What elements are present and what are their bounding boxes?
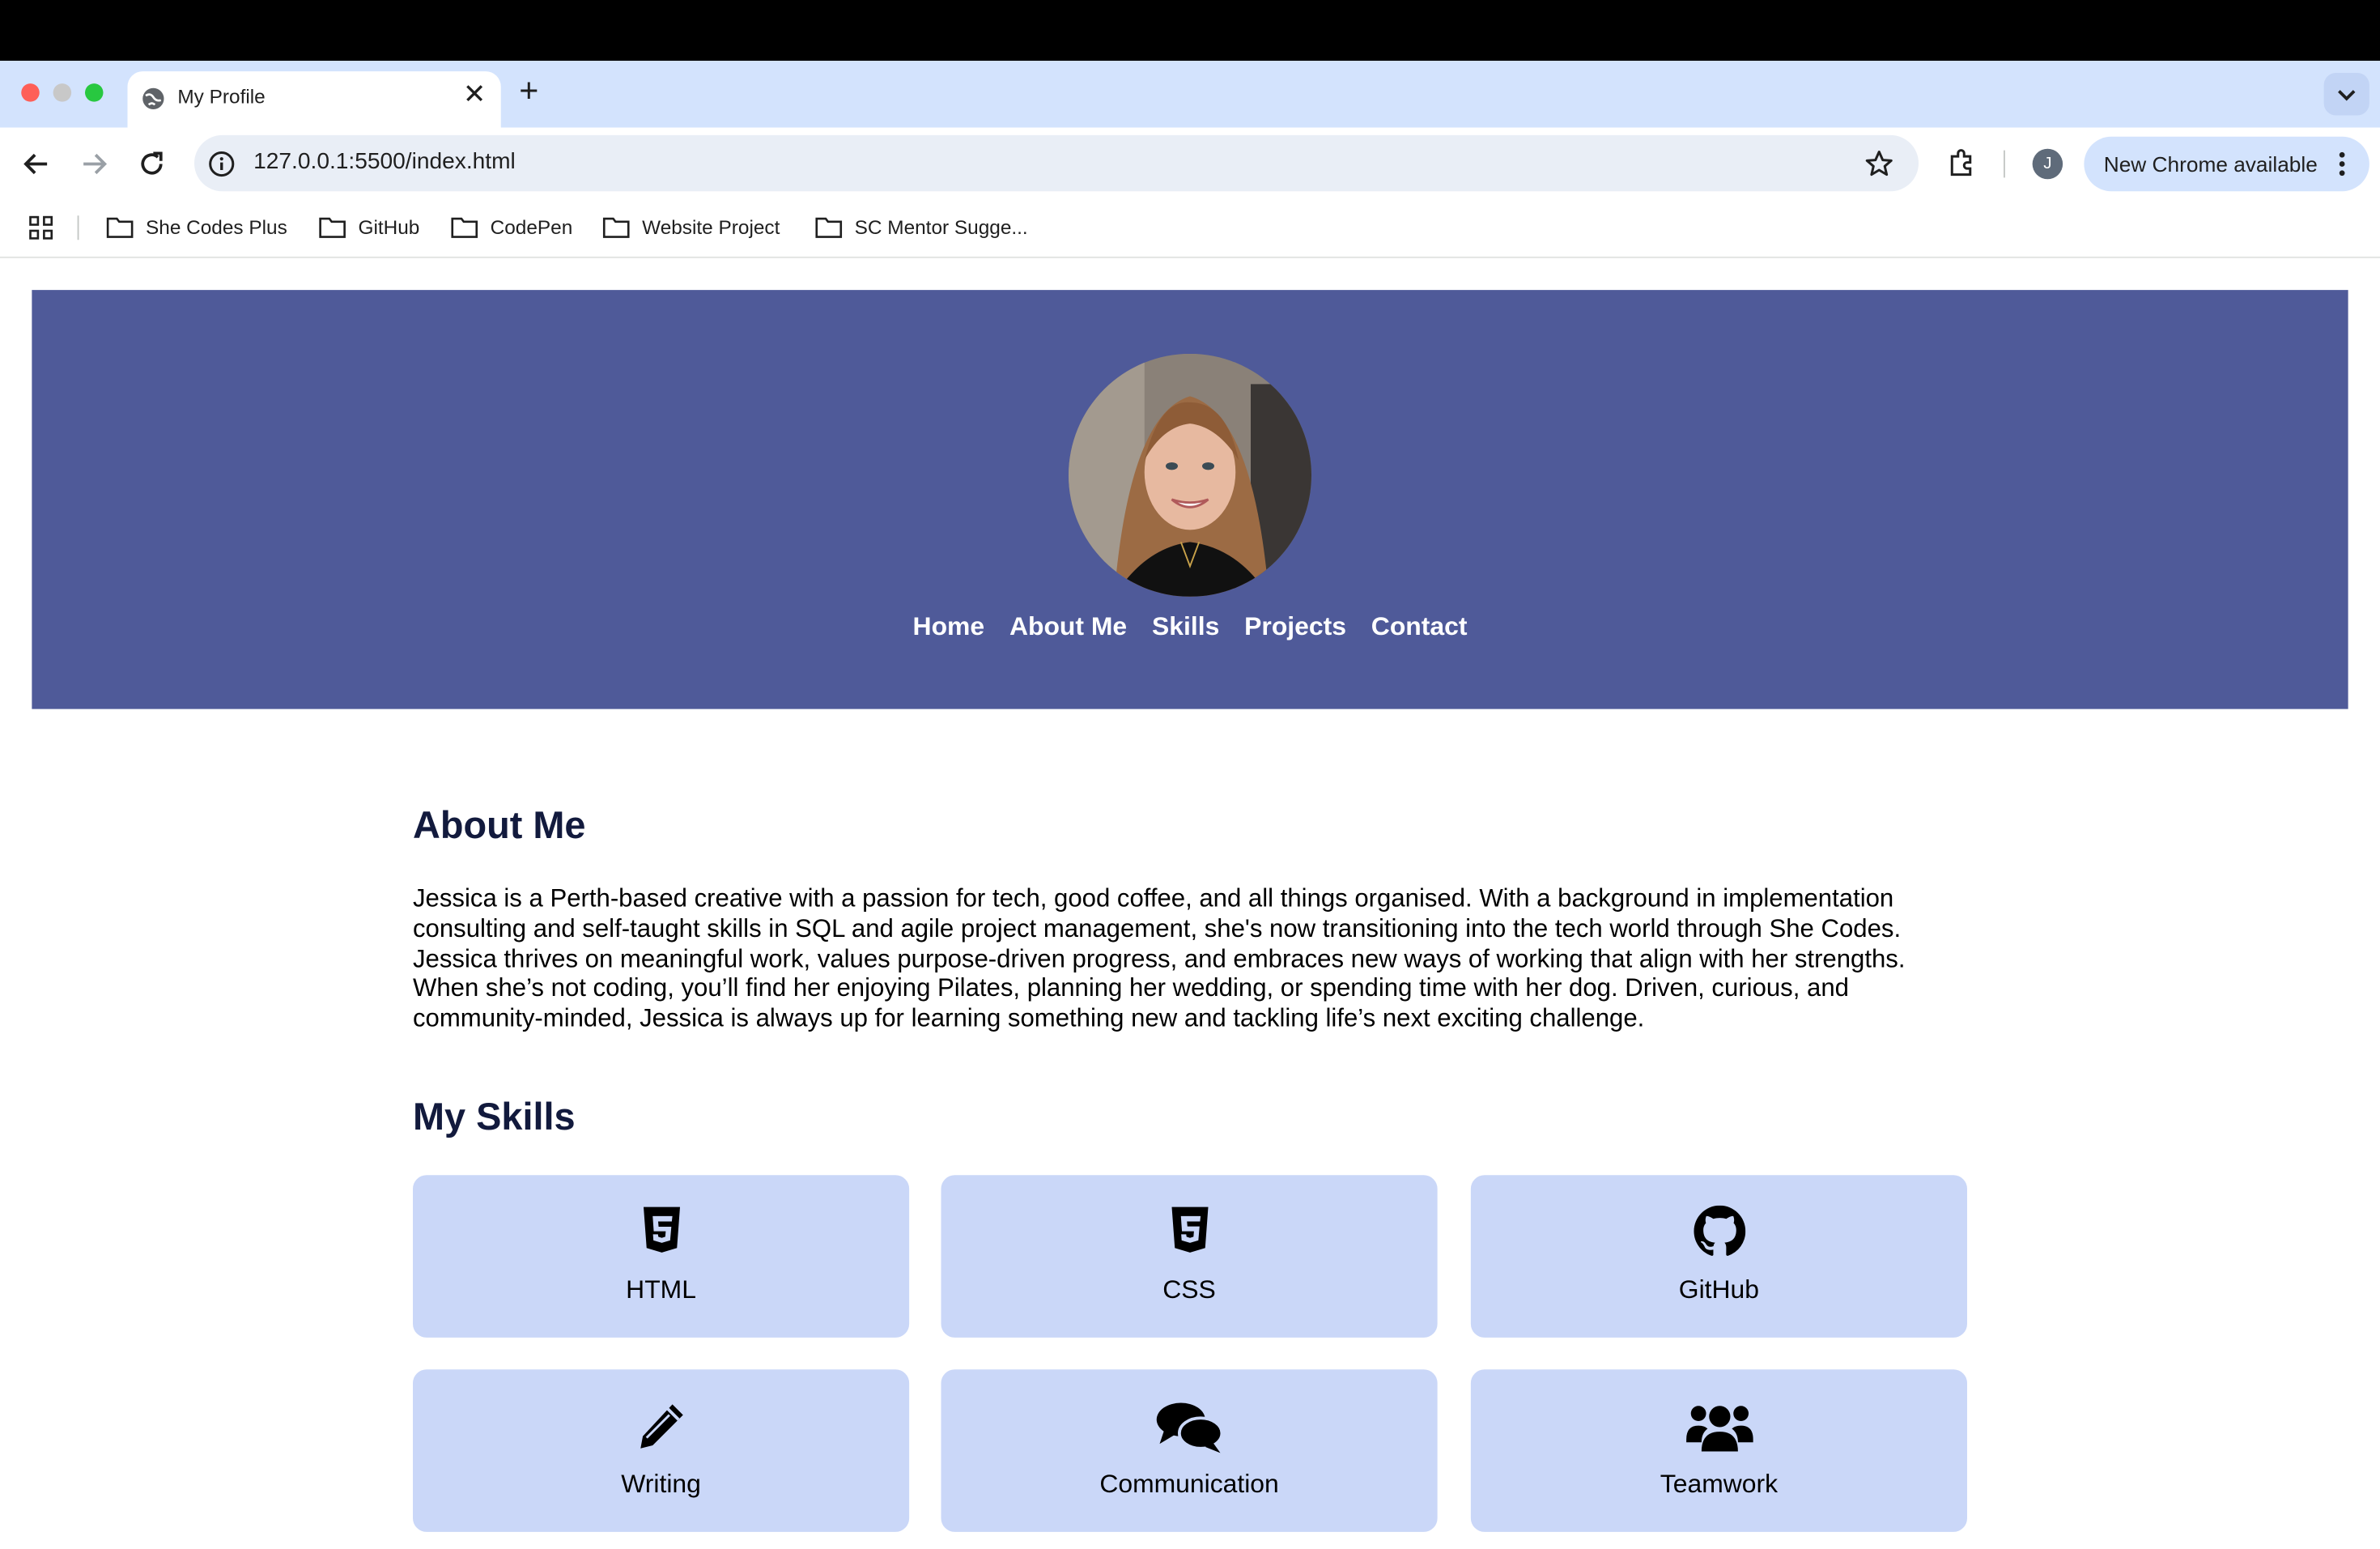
url-text[interactable]: 127.0.0.1:5500/index.html — [253, 149, 516, 175]
extensions-icon[interactable] — [1946, 147, 1977, 178]
pencil-icon — [640, 1404, 682, 1449]
skill-card-github: GitHub — [1470, 1175, 1967, 1338]
bookmark-label: Website Project — [642, 215, 780, 239]
info-icon[interactable] — [208, 151, 236, 178]
bookmark-star-icon[interactable] — [1864, 149, 1895, 180]
new-tab-button[interactable]: + — [519, 72, 538, 109]
reload-icon[interactable] — [135, 147, 168, 181]
html5-icon — [643, 1206, 680, 1253]
apps-grid-icon[interactable] — [29, 215, 53, 240]
update-label: New Chrome available — [2103, 151, 2318, 177]
tab-title: My Profile — [177, 85, 266, 109]
nav-link-about-me[interactable]: About Me — [1009, 612, 1127, 643]
bookmark-label: CodePen — [490, 215, 573, 239]
skills-heading: My Skills — [413, 1096, 576, 1139]
skill-card-writing: Writing — [413, 1369, 910, 1532]
bookmark-label: GitHub — [358, 215, 420, 239]
bookmarks-divider — [77, 215, 79, 240]
close-tab-icon[interactable]: ✕ — [463, 79, 486, 110]
skill-label: HTML — [626, 1275, 696, 1304]
bookmark-label: SC Mentor Sugge... — [854, 215, 1028, 239]
forward-arrow-icon[interactable] — [78, 147, 111, 181]
users-icon — [1685, 1406, 1753, 1452]
css3-icon — [1171, 1206, 1208, 1253]
skill-card-communication: Communication — [941, 1369, 1438, 1532]
bookmark-label: She Codes Plus — [146, 215, 287, 239]
toolbar-divider — [2004, 150, 2005, 178]
folder-icon — [815, 217, 843, 238]
skill-card-html: HTML — [413, 1175, 910, 1338]
comments-icon — [1155, 1402, 1223, 1453]
bookmarks-bar — [0, 200, 2380, 258]
folder-icon — [451, 217, 478, 238]
skill-label: CSS — [1162, 1275, 1216, 1304]
close-window-button[interactable] — [21, 83, 40, 102]
folder-icon — [106, 217, 134, 238]
back-arrow-icon[interactable] — [19, 147, 53, 181]
more-vert-icon[interactable] — [2338, 151, 2347, 178]
chevron-down-icon — [2338, 90, 2356, 101]
main-nav: Home About Me Skills Projects Contact — [0, 612, 2380, 643]
globe-icon — [142, 87, 164, 109]
folder-icon — [602, 217, 630, 238]
nav-link-projects[interactable]: Projects — [1244, 612, 1346, 643]
nav-link-contact[interactable]: Contact — [1371, 612, 1468, 643]
github-icon — [1693, 1205, 1745, 1256]
profile-avatar[interactable]: J — [2032, 148, 2063, 180]
skill-label: GitHub — [1678, 1275, 1760, 1304]
tab-search-button[interactable] — [2323, 73, 2369, 116]
maximize-window-button[interactable] — [85, 83, 104, 102]
folder-icon — [319, 217, 346, 238]
address-bar[interactable]: 127.0.0.1:5500/index.html — [194, 134, 1919, 192]
skill-card-teamwork: Teamwork — [1470, 1369, 1967, 1532]
minimize-window-button[interactable] — [53, 83, 72, 102]
skill-card-css: CSS — [941, 1175, 1438, 1338]
skill-label: Teamwork — [1660, 1470, 1779, 1499]
menu-bar — [0, 0, 2380, 61]
skill-label: Writing — [621, 1470, 701, 1499]
new-chrome-available-button[interactable]: New Chrome available — [2084, 136, 2369, 192]
about-me-heading: About Me — [413, 804, 586, 848]
skill-label: Communication — [1099, 1470, 1279, 1499]
profile-photo — [1069, 353, 1311, 597]
nav-link-home[interactable]: Home — [913, 612, 985, 643]
about-me-paragraph: Jessica is a Perth-based creative with a… — [413, 883, 1906, 1033]
tab-my-profile[interactable]: My Profile ✕ — [127, 71, 501, 128]
nav-link-skills[interactable]: Skills — [1152, 612, 1219, 643]
